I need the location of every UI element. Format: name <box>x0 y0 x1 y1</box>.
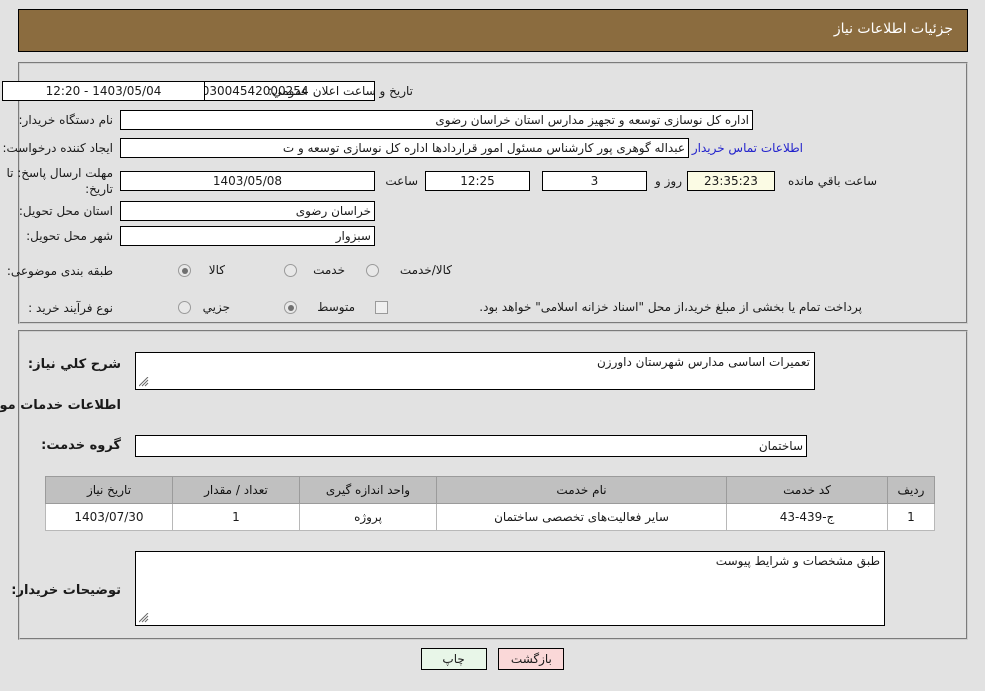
need-description-textarea[interactable]: تعمیرات اساسی مدارس شهرستان داورزن <box>135 352 815 390</box>
remaining-days-value: 3 <box>542 171 647 191</box>
buyer-org-value: اداره کل نوسازی توسعه و تجهیز مدارس استا… <box>120 110 753 130</box>
announce-label: تاریخ و ساعت اعلان عمومي: <box>268 84 413 98</box>
countdown-timer-value: 23:35:23 <box>687 171 775 191</box>
category-option-label-0: کالا <box>208 263 225 277</box>
need-info-panel <box>18 62 968 324</box>
resize-grip-icon <box>139 377 149 387</box>
th-service-name: نام خدمت <box>436 476 727 504</box>
announce-value: 1403/05/04 - 12:20 <box>2 81 205 101</box>
category-radio-kala[interactable] <box>178 264 191 277</box>
treasury-bonds-text: پرداخت تمام یا بخشی از مبلغ خرید،از محل … <box>479 300 862 314</box>
cell-row-no: 1 <box>887 503 935 531</box>
action-button-row: بازگشت چاپ <box>0 648 985 670</box>
category-label: طبقه بندی موضوعی: <box>6 264 113 278</box>
th-quantity: تعداد / مقدار <box>172 476 300 504</box>
province-value: خراسان رضوی <box>120 201 375 221</box>
buyer-notes-label: توضیحات خریدار: <box>11 583 121 598</box>
process-option-label-1: متوسط <box>317 300 355 314</box>
deadline-label-line1: مهلت ارسال پاسخ: تا <box>6 166 113 180</box>
table-header-row: ردیف کد خدمت نام خدمت واحد اندازه گیری ت… <box>45 476 935 504</box>
back-button[interactable]: بازگشت <box>498 648 565 670</box>
process-radio-motevaset[interactable] <box>284 301 297 314</box>
services-table: ردیف کد خدمت نام خدمت واحد اندازه گیری ت… <box>45 476 935 531</box>
th-need-date: تاریخ نیاز <box>45 476 173 504</box>
category-option-label-1: خدمت <box>313 263 345 277</box>
cell-need-date: 1403/07/30 <box>45 503 173 531</box>
page-title: جزئیات اطلاعات نیاز <box>833 21 953 37</box>
deadline-date-value: 1403/05/08 <box>120 171 375 191</box>
process-option-label-0: جزیي <box>202 300 230 314</box>
need-description-label: شرح کلي نیاز: <box>27 357 121 372</box>
creator-value: عبداله گوهری پور کارشناس مسئول امور قرار… <box>120 138 689 158</box>
deadline-time-value: 12:25 <box>425 171 530 191</box>
province-label: استان محل تحویل: <box>18 204 113 218</box>
need-description-value: تعمیرات اساسی مدارس شهرستان داورزن <box>596 355 810 369</box>
process-label: نوع فرآیند خرید : <box>28 301 113 315</box>
th-service-code: کد خدمت <box>726 476 888 504</box>
page-header-bar: جزئیات اطلاعات نیاز <box>18 9 968 52</box>
buyer-contact-link[interactable]: اطلاعات تماس خریدار <box>692 141 803 155</box>
cell-service-code: ج-439-43 <box>726 503 888 531</box>
category-radio-kala-khedmat[interactable] <box>366 264 379 277</box>
process-radio-jozii[interactable] <box>178 301 191 314</box>
hour-label: ساعت <box>385 174 418 188</box>
service-group-value: ساختمان <box>135 435 807 457</box>
cell-service-name: سایر فعالیت‌های تخصصی ساختمان <box>436 503 727 531</box>
cell-quantity: 1 <box>172 503 300 531</box>
service-group-label: گروه خدمت: <box>41 438 121 453</box>
th-unit: واحد اندازه گیری <box>299 476 437 504</box>
print-button[interactable]: چاپ <box>420 648 487 670</box>
category-option-label-2: کالا/خدمت <box>399 263 452 277</box>
resize-grip-icon <box>139 613 149 623</box>
buyer-org-label: نام دستگاه خریدار: <box>18 113 114 127</box>
th-row-no: ردیف <box>887 476 935 504</box>
city-label: شهر محل تحویل: <box>26 229 113 243</box>
buyer-notes-value: طبق مشخصات و شرایط پیوست <box>715 554 880 568</box>
table-row: 1 ج-439-43 سایر فعالیت‌های تخصصی ساختمان… <box>45 503 935 531</box>
page-root: ArtaTender.net جزئیات اطلاعات نیاز شماره… <box>0 0 985 691</box>
treasury-bonds-checkbox[interactable] <box>375 301 388 314</box>
creator-label: ایجاد کننده درخواست: <box>2 141 113 155</box>
category-radio-khedmat[interactable] <box>284 264 297 277</box>
city-value: سبزوار <box>120 226 375 246</box>
countdown-suffix-label: ساعت باقي مانده <box>787 174 877 188</box>
days-unit-label: روز و <box>655 174 682 188</box>
buyer-notes-textarea[interactable]: طبق مشخصات و شرایط پیوست <box>135 551 885 626</box>
cell-unit: پروژه <box>299 503 437 531</box>
services-section-heading: اطلاعات خدمات مورد نیاز <box>0 398 121 413</box>
deadline-label-line2: تاریخ: <box>85 182 113 196</box>
